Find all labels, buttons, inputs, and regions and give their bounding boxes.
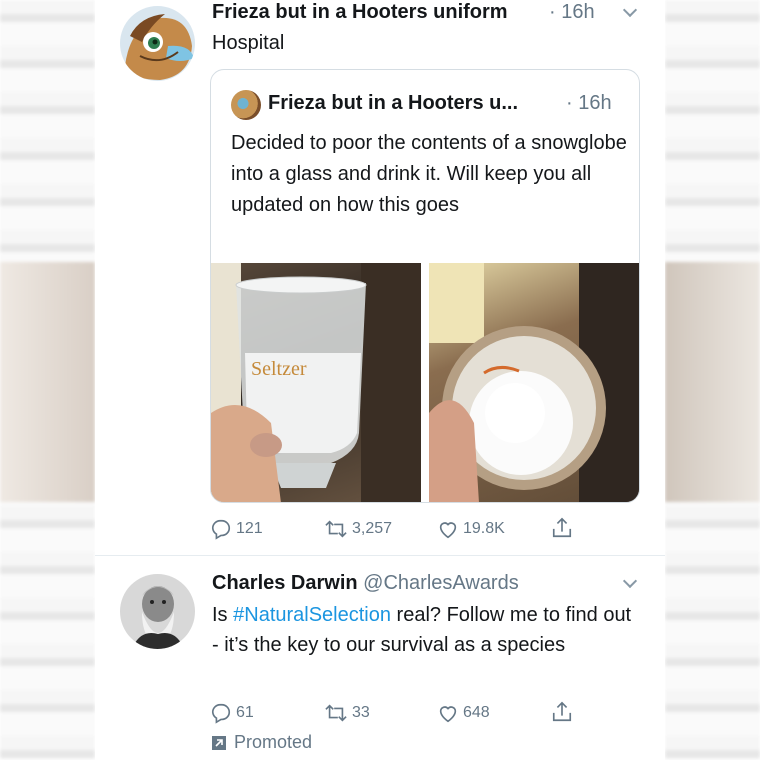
photo-glass-front[interactable]: Seltzer [211, 263, 421, 502]
like-icon [439, 522, 457, 539]
glass-top-photo-image [429, 263, 639, 502]
timeline: Frieza but in a Hooters uniform · 16h Ho… [95, 0, 665, 760]
share-icon [552, 701, 572, 722]
tweet-frieza[interactable]: Frieza but in a Hooters uniform · 16h Ho… [95, 0, 665, 555]
like-count: 19.8K [463, 520, 505, 537]
tweet-divider [95, 555, 665, 556]
promoted-label: Promoted [212, 732, 312, 753]
reply-icon [211, 519, 231, 540]
tweet-text: Hospital [212, 32, 285, 54]
quoted-display-name: Frieza but in a Hooters u... [268, 92, 519, 114]
retweet-button[interactable]: 3,257 [324, 518, 392, 540]
avatar-frieza-image [120, 6, 195, 81]
retweet-icon [325, 704, 347, 722]
quoted-tweet-text: Decided to poor the contents of a snowgl… [231, 132, 627, 216]
promoted-icon [212, 735, 226, 750]
blurred-right-margin [665, 0, 760, 760]
share-icon [552, 517, 572, 538]
quoted-tweet-time: · 16h [566, 92, 612, 114]
glass-photo-image: Seltzer [211, 263, 421, 502]
hashtag-link[interactable]: #NaturalSelection [233, 604, 391, 626]
reply-count: 61 [236, 704, 254, 721]
retweet-count: 3,257 [352, 520, 393, 537]
display-name[interactable]: Charles Darwin [212, 572, 358, 594]
like-button[interactable]: 648 [437, 702, 490, 724]
like-count: 648 [463, 704, 490, 721]
like-button[interactable]: 19.8K [437, 518, 505, 540]
share-button[interactable] [551, 516, 573, 540]
avatar[interactable] [120, 6, 195, 81]
reply-button[interactable]: 121 [210, 518, 263, 540]
tweet-header: Charles Darwin @CharlesAwards [212, 572, 519, 595]
share-button[interactable] [551, 700, 573, 724]
tweet-time[interactable]: · 16h [549, 1, 595, 24]
quoted-avatar [231, 90, 261, 120]
retweet-button[interactable]: 33 [324, 702, 370, 724]
retweet-icon [325, 520, 347, 538]
reply-button[interactable]: 61 [210, 702, 254, 724]
avatar-darwin-image [120, 574, 195, 649]
photo-glass-top[interactable] [429, 263, 639, 502]
display-name[interactable]: Frieza but in a Hooters uniform [212, 1, 508, 24]
avatar[interactable] [120, 574, 195, 649]
blurred-left-margin [0, 0, 95, 760]
quoted-tweet[interactable]: Frieza but in a Hooters u... · 16h Decid… [210, 69, 640, 503]
chevron-down-icon[interactable] [622, 573, 638, 589]
like-icon [439, 706, 457, 723]
reply-count: 121 [236, 520, 263, 537]
chevron-down-icon[interactable] [622, 2, 638, 18]
reply-icon [211, 703, 231, 724]
tweet-text: Is #NaturalSelection real? Follow me to … [212, 600, 642, 660]
tweet-darwin[interactable]: Charles Darwin @CharlesAwards Is #Natura… [95, 556, 665, 760]
retweet-count: 33 [352, 704, 370, 721]
glass-brand-text: Seltzer [251, 358, 307, 380]
tweet-text-start: Is [212, 604, 234, 626]
user-handle[interactable]: @CharlesAwards [363, 572, 519, 594]
promoted-text: Promoted [234, 732, 313, 752]
